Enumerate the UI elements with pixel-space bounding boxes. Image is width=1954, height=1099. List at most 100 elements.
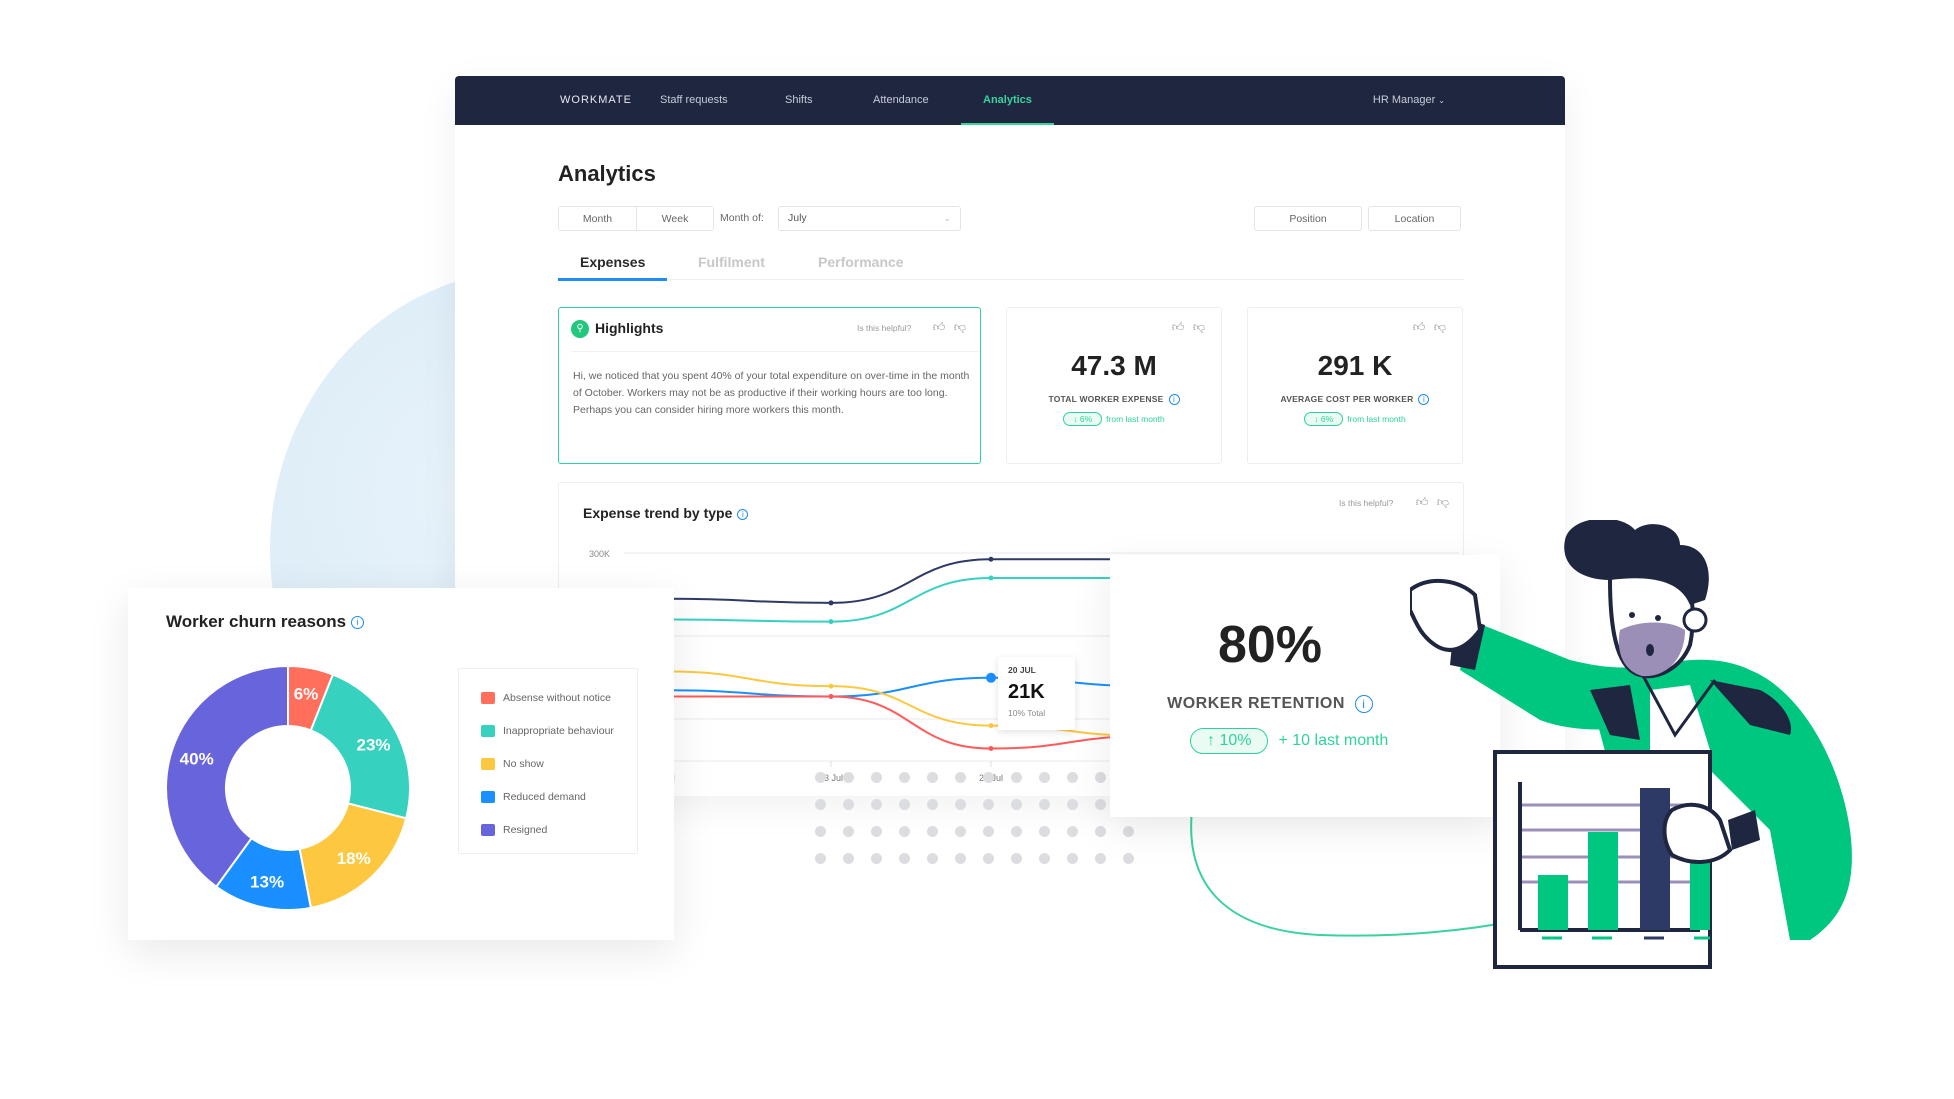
thumbs-up-icon[interactable]: 👍︎ — [932, 320, 946, 334]
data-point[interactable] — [828, 694, 834, 700]
decorative-dot — [983, 799, 994, 810]
data-point[interactable] — [828, 619, 834, 625]
decorative-dot — [927, 826, 938, 837]
nav-attendance[interactable]: Attendance — [873, 76, 929, 125]
info-icon[interactable]: i — [351, 616, 365, 630]
tab-fulfilment[interactable]: Fulfilment — [698, 246, 765, 280]
chart-tooltip: 20 JUL 21K 10% Total — [998, 657, 1075, 730]
decorative-dot — [899, 826, 910, 837]
delta-pill: ↓ 6% — [1063, 412, 1103, 426]
legend-item[interactable]: Inappropriate behaviour — [481, 724, 614, 738]
decorative-dot — [1067, 799, 1078, 810]
data-point[interactable] — [988, 723, 994, 729]
worker-churn-card: Worker churn reasons i 6% 23% 18% 13% 40% Abs… — [128, 588, 674, 940]
delta-suffix: + 10 last month — [1278, 732, 1389, 749]
delta-suffix: from last month — [1106, 414, 1165, 424]
chevron-down-icon: ⌄ — [1438, 96, 1445, 105]
highlights-body: Hi, we noticed that you spent 40% of you… — [573, 370, 970, 416]
highlights-title: Highlights — [595, 320, 664, 336]
arrow-down-icon: ↓ — [1314, 414, 1319, 424]
position-filter-button[interactable]: Position — [1254, 206, 1362, 231]
legend-label: Inappropriate behaviour — [503, 725, 614, 737]
tab-bar: Expenses Fulfilment Performance — [557, 246, 1464, 281]
legend-item[interactable]: Reduced demand — [481, 790, 586, 804]
info-icon[interactable]: i — [1418, 394, 1430, 406]
decorative-dot — [955, 772, 966, 783]
legend-item[interactable]: Absense without notice — [481, 691, 611, 705]
retention-label: WORKER RETENTION i — [1110, 695, 1430, 713]
month-value: July — [788, 212, 807, 224]
legend-item[interactable]: No show — [481, 757, 544, 771]
thumbs-up-icon[interactable]: 👍︎ — [1412, 320, 1426, 334]
decorative-dot — [1011, 826, 1022, 837]
info-icon[interactable]: i — [1168, 394, 1180, 406]
delta-pill: ↓ 6% — [1304, 412, 1344, 426]
series-line-blue[interactable] — [668, 676, 1150, 698]
decorative-dot — [1067, 826, 1078, 837]
arrow-up-icon: ↑ — [1207, 732, 1215, 749]
thumbs-down-icon[interactable]: 👎︎ — [953, 320, 967, 334]
decorative-dot — [1123, 826, 1134, 837]
brand-text: WORKMATE — [560, 94, 632, 106]
churn-donut-chart: 6% 23% 18% 13% 40% — [165, 664, 411, 911]
tooltip-share: 10% Total — [1008, 708, 1046, 718]
decorative-dot — [815, 772, 826, 783]
legend-label: No show — [503, 758, 544, 770]
kpi-label: AVERAGE COST PER WORKER i — [1248, 394, 1462, 406]
kpi-value: 47.3 M — [1071, 350, 1157, 381]
month-select[interactable]: July ⌄ — [778, 206, 961, 231]
thumbs-up-icon[interactable]: 👍︎ — [1171, 320, 1185, 334]
brand-logo[interactable]: WORKMATE — [560, 76, 632, 125]
legend-swatch — [481, 824, 495, 836]
data-point[interactable] — [988, 746, 994, 752]
period-week-button[interactable]: Week — [636, 207, 713, 230]
thumbs-down-icon[interactable]: 👎︎ — [1433, 320, 1447, 334]
decorative-dot — [1095, 853, 1106, 864]
decorative-dot — [815, 799, 826, 810]
decorative-dot — [927, 853, 938, 864]
delta-value: 10% — [1219, 732, 1252, 749]
chevron-down-icon: ⌄ — [943, 213, 951, 223]
churn-legend: Absense without notice Inappropriate beha… — [458, 668, 638, 854]
series-line-yellow[interactable] — [668, 670, 1150, 738]
user-name: HR Manager — [1372, 94, 1436, 106]
data-point[interactable] — [828, 600, 834, 606]
decorative-dot — [983, 853, 994, 864]
data-point[interactable] — [986, 672, 996, 683]
decorative-dot — [955, 853, 966, 864]
decorative-dot — [1011, 772, 1022, 783]
illustration-hand — [1410, 578, 1483, 652]
decorative-dot — [1039, 853, 1050, 864]
decorative-dot — [1039, 772, 1050, 783]
tooltip-value: 21K — [1008, 681, 1045, 703]
thumbs-down-icon[interactable]: 👎︎ — [1192, 320, 1206, 334]
nav-staff-requests[interactable]: Staff requests — [660, 76, 728, 125]
tab-performance[interactable]: Performance — [818, 246, 904, 280]
tab-expenses[interactable]: Expenses — [557, 246, 668, 281]
decorative-dot — [1011, 853, 1022, 864]
decorative-dot — [1095, 799, 1106, 810]
divider — [571, 351, 980, 352]
nav-analytics[interactable]: Analytics — [961, 76, 1054, 125]
decorative-dot — [815, 826, 826, 837]
location-filter-button[interactable]: Location — [1368, 206, 1461, 231]
churn-title-text: Worker churn reasons — [166, 612, 347, 631]
data-point[interactable] — [988, 575, 994, 581]
decorative-dot — [927, 799, 938, 810]
period-month-button[interactable]: Month — [559, 207, 636, 230]
kpi-card-total-expense: 👍︎ 👎︎ 47.3 M TOTAL WORKER EXPENSE i ↓ 6% f… — [1006, 307, 1222, 464]
legend-swatch — [481, 758, 495, 770]
user-menu[interactable]: HR Manager ⌄ — [1373, 76, 1445, 125]
kpi-value: 291 K — [1317, 350, 1393, 381]
data-point[interactable] — [988, 556, 994, 562]
nav-shifts[interactable]: Shifts — [785, 76, 813, 125]
decorative-dot — [1067, 853, 1078, 864]
delta-value: 6% — [1320, 414, 1334, 424]
donut-slice-label: 13% — [250, 873, 284, 892]
info-icon[interactable]: i — [1354, 695, 1373, 713]
page-title: Analytics — [558, 161, 656, 186]
series-line-navy[interactable] — [668, 558, 1149, 604]
data-point[interactable] — [828, 683, 834, 689]
legend-item[interactable]: Resigned — [481, 823, 547, 837]
legend-swatch — [481, 791, 495, 803]
